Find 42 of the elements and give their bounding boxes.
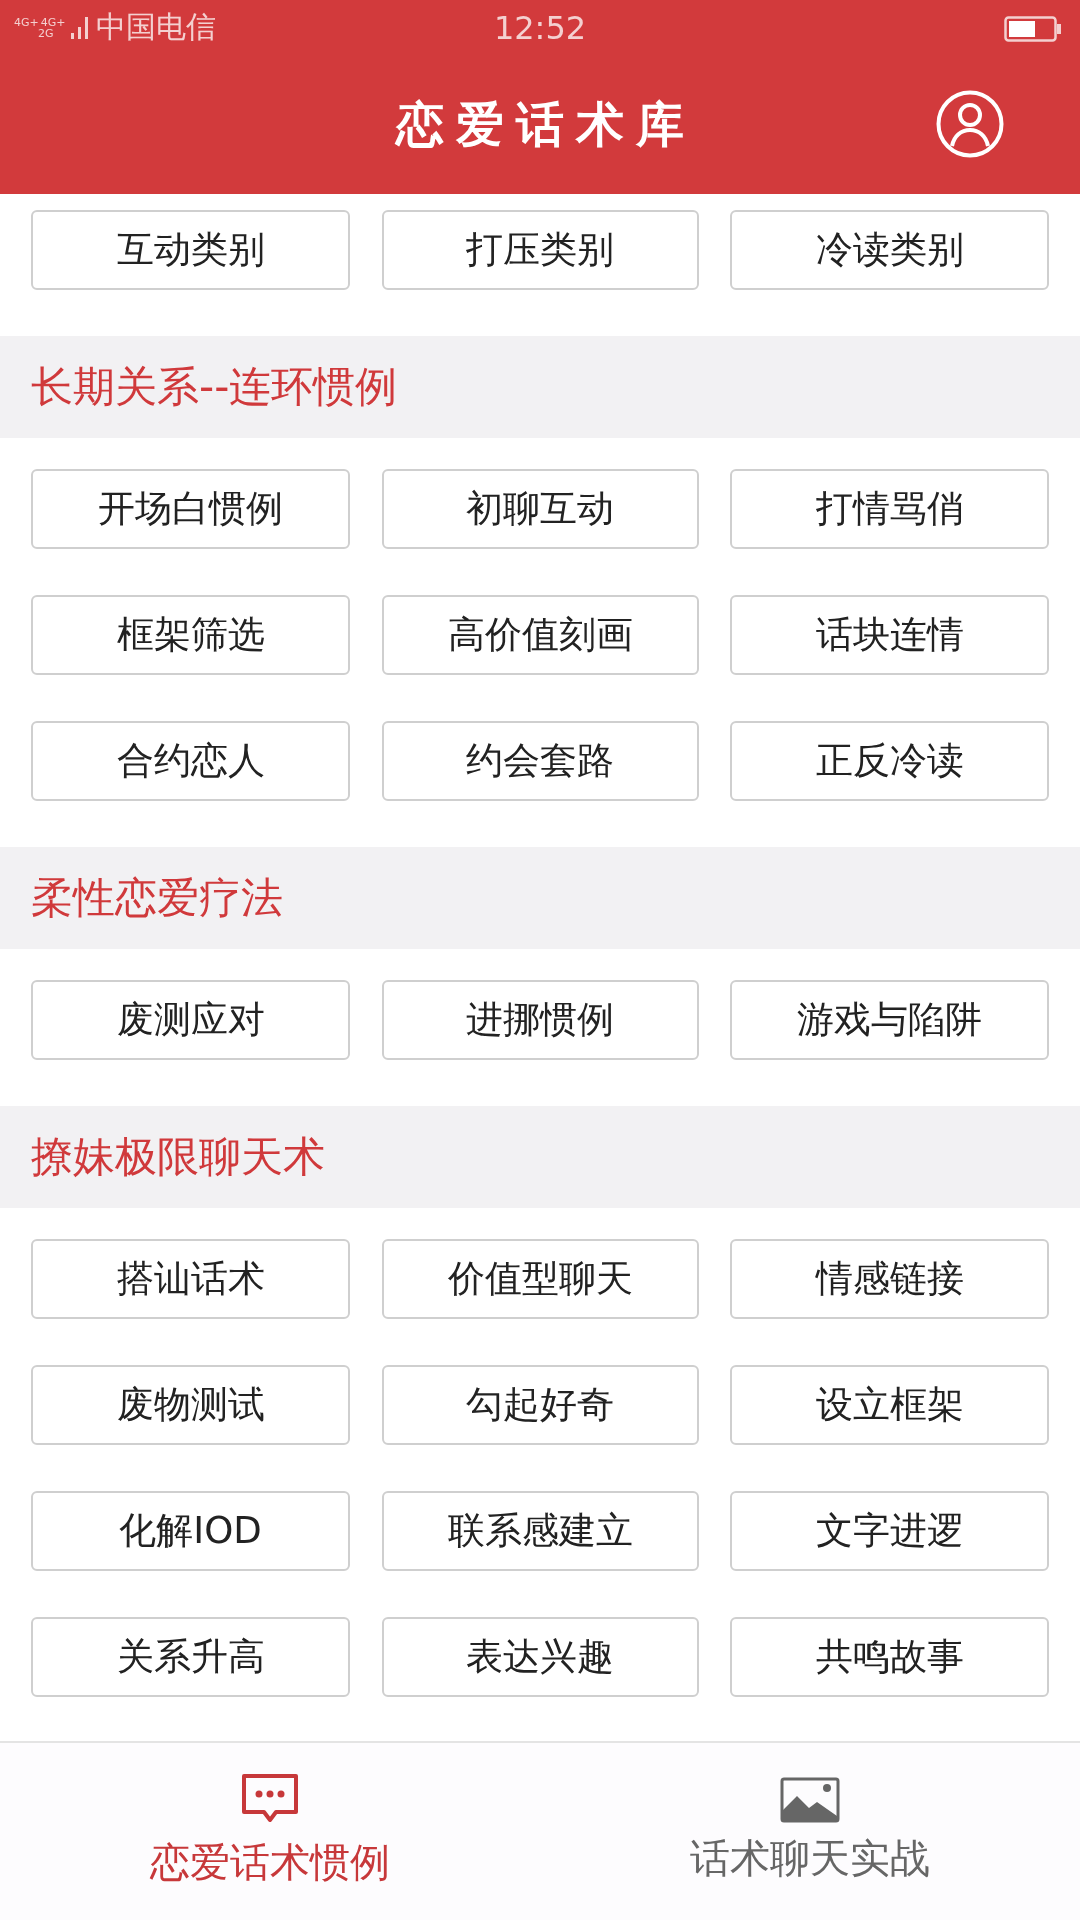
app-title: 恋爱话术库 — [396, 94, 696, 154]
category-button[interactable]: 打压类别 — [381, 210, 699, 290]
category-button[interactable]: 约会套路 — [381, 721, 699, 801]
network-label: 4G+ — [40, 16, 66, 28]
category-button[interactable]: 合约恋人 — [31, 721, 350, 801]
category-button[interactable]: 情感链接 — [730, 1239, 1049, 1319]
category-button[interactable]: 互动类别 — [31, 210, 350, 290]
category-button[interactable]: 游戏与陷阱 — [730, 980, 1049, 1060]
category-button[interactable]: 化解IOD — [31, 1491, 350, 1571]
signal-icon — [69, 14, 90, 41]
category-button[interactable]: 开场白惯例 — [31, 469, 350, 549]
tab-bar-item[interactable]: 恋爱话术惯例 — [0, 1743, 540, 1920]
image-icon — [780, 1777, 840, 1823]
category-button[interactable]: 进挪惯例 — [381, 980, 699, 1060]
section-title: 长期关系--连环惯例 — [31, 361, 398, 413]
network-label: 2G — [38, 27, 54, 39]
category-button[interactable]: 设立框架 — [730, 1365, 1049, 1445]
category-button[interactable]: 联系感建立 — [381, 1491, 699, 1571]
category-button[interactable]: 搭讪话术 — [31, 1239, 350, 1319]
section-title: 撩妹极限聊天术 — [31, 1131, 325, 1183]
category-button[interactable]: 废测应对 — [31, 980, 350, 1060]
category-button[interactable]: 勾起好奇 — [381, 1365, 699, 1445]
battery-icon — [1004, 16, 1062, 42]
network-label: 4G+ — [14, 16, 39, 28]
category-button[interactable]: 初聊互动 — [381, 469, 699, 549]
category-button[interactable]: 废物测试 — [31, 1365, 350, 1445]
category-button[interactable]: 话块连情 — [730, 595, 1049, 675]
category-button[interactable]: 价值型聊天 — [381, 1239, 699, 1319]
category-button[interactable]: 表达兴趣 — [381, 1617, 699, 1697]
category-button[interactable]: 高价值刻画 — [381, 595, 699, 675]
status-time: 12:52 — [493, 8, 587, 47]
tab-bar-item[interactable]: 话术聊天实战 — [540, 1743, 1080, 1920]
category-button[interactable]: 打情骂俏 — [730, 469, 1049, 549]
category-button[interactable]: 框架筛选 — [31, 595, 350, 675]
category-button[interactable]: 文字进逻 — [730, 1491, 1049, 1571]
section-title: 柔性恋爱疗法 — [31, 872, 283, 924]
category-button[interactable]: 正反冷读 — [730, 721, 1049, 801]
category-button[interactable]: 共鸣故事 — [730, 1617, 1049, 1697]
user-profile-icon[interactable] — [936, 90, 1004, 158]
category-button[interactable]: 关系升高 — [31, 1617, 350, 1697]
category-button[interactable]: 冷读类别 — [730, 210, 1049, 290]
carrier-name: 中国电信 — [95, 8, 216, 46]
